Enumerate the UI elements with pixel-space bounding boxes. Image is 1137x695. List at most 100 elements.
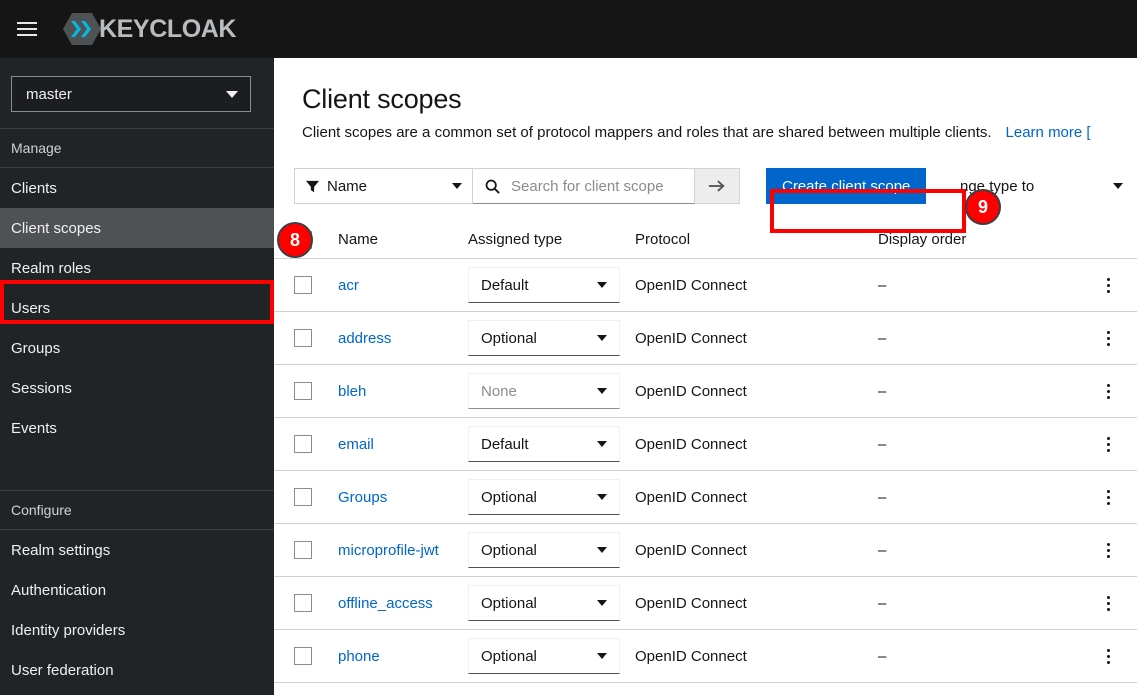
client-scope-link[interactable]: microprofile-jwt xyxy=(338,542,439,559)
row-display-order-cell: – xyxy=(878,436,1088,453)
sidebar-item-clients[interactable]: Clients xyxy=(0,168,274,208)
table-header-row: Name Assigned type Protocol Display orde… xyxy=(274,221,1137,259)
create-client-scope-button[interactable]: Create client scope xyxy=(766,168,926,204)
row-checkbox-cell xyxy=(294,382,338,400)
table-body: acr Default OpenID Connect – address Optional… xyxy=(274,259,1137,683)
row-actions-cell xyxy=(1088,484,1128,511)
row-kebab-menu-icon[interactable] xyxy=(1103,537,1114,564)
row-checkbox[interactable] xyxy=(294,276,312,294)
client-scope-link[interactable]: Groups xyxy=(338,489,387,506)
column-header-assigned-type: Assigned type xyxy=(468,231,635,248)
hamburger-menu-icon[interactable] xyxy=(4,0,50,58)
row-checkbox-cell xyxy=(294,647,338,665)
row-assigned-type-cell: Optional xyxy=(468,320,635,356)
row-checkbox-cell xyxy=(294,488,338,506)
table-row: phoneOptionalOpenID Connect– xyxy=(274,630,1137,683)
row-checkbox[interactable] xyxy=(294,382,312,400)
keycloak-admin-console: KEYCLOAK master Manage Clients Client sc… xyxy=(0,0,1137,695)
nav-section-manage-label: Manage xyxy=(0,128,274,168)
row-kebab-menu-icon[interactable] xyxy=(1103,484,1114,511)
brand-logo[interactable]: KEYCLOAK xyxy=(62,0,236,58)
row-checkbox[interactable] xyxy=(294,647,312,665)
realm-selector-value: master xyxy=(26,86,72,103)
hamburger-bar xyxy=(17,22,37,24)
row-display-order-cell: – xyxy=(878,383,1088,400)
client-scopes-table: Name Assigned type Protocol Display orde… xyxy=(274,221,1137,683)
row-assigned-type-cell: None xyxy=(468,373,635,409)
row-kebab-menu-icon[interactable] xyxy=(1103,590,1114,617)
row-kebab-menu-icon[interactable] xyxy=(1103,272,1114,299)
row-display-order-cell: – xyxy=(878,648,1088,665)
search-submit-button[interactable] xyxy=(695,168,740,204)
search-container xyxy=(473,168,695,204)
sidebar-item-groups[interactable]: Groups xyxy=(0,328,274,368)
sidebar-item-client-scopes[interactable]: Client scopes xyxy=(0,208,274,248)
assigned-type-dropdown[interactable]: Default xyxy=(468,267,620,303)
row-display-order-cell: – xyxy=(878,542,1088,559)
sidebar-item-user-federation[interactable]: User federation xyxy=(0,650,274,690)
filter-dropdown-value: Name xyxy=(327,178,367,195)
filter-dropdown[interactable]: Name xyxy=(294,168,473,204)
sidebar-item-identity-providers[interactable]: Identity providers xyxy=(0,610,274,650)
client-scope-link[interactable]: address xyxy=(338,330,391,347)
row-name-cell: offline_access xyxy=(338,595,468,612)
row-kebab-menu-icon[interactable] xyxy=(1103,643,1114,670)
annotation-badge-8: 8 xyxy=(277,222,313,258)
nav-spacer xyxy=(0,448,274,490)
client-scope-link[interactable]: bleh xyxy=(338,383,366,400)
search-input[interactable] xyxy=(509,177,679,196)
row-checkbox-cell xyxy=(294,435,338,453)
sidebar-item-sessions[interactable]: Sessions xyxy=(0,368,274,408)
assigned-type-value: None xyxy=(481,383,517,400)
sidebar-item-realm-settings[interactable]: Realm settings xyxy=(0,530,274,570)
assigned-type-dropdown[interactable]: None xyxy=(468,373,620,409)
sidebar-item-events[interactable]: Events xyxy=(0,408,274,448)
row-kebab-menu-icon[interactable] xyxy=(1103,325,1114,352)
row-checkbox[interactable] xyxy=(294,435,312,453)
chevron-down-icon xyxy=(597,547,607,553)
row-protocol-cell: OpenID Connect xyxy=(635,595,878,612)
chevron-down-icon xyxy=(597,494,607,500)
assigned-type-value: Optional xyxy=(481,542,537,559)
row-actions-cell xyxy=(1088,325,1128,352)
table-row: blehNoneOpenID Connect– xyxy=(274,365,1137,418)
annotation-badge-9: 9 xyxy=(965,189,1001,225)
main-content: Client scopes Client scopes are a common… xyxy=(274,58,1137,695)
table-row: offline_accessOptionalOpenID Connect– xyxy=(274,577,1137,630)
row-checkbox[interactable] xyxy=(294,488,312,506)
row-checkbox[interactable] xyxy=(294,594,312,612)
row-display-order-cell: – xyxy=(878,489,1088,506)
client-scope-link[interactable]: phone xyxy=(338,648,380,665)
assigned-type-dropdown[interactable]: Optional xyxy=(468,479,620,515)
row-actions-cell xyxy=(1088,537,1128,564)
assigned-type-value: Optional xyxy=(481,648,537,665)
sidebar-item-users[interactable]: Users xyxy=(0,288,274,328)
learn-more-link[interactable]: Learn more xyxy=(1006,124,1083,141)
row-actions-cell xyxy=(1088,431,1128,458)
client-scope-link[interactable]: offline_access xyxy=(338,595,433,612)
client-scope-link[interactable]: acr xyxy=(338,277,359,294)
client-scope-link[interactable]: email xyxy=(338,436,374,453)
sidebar-item-authentication[interactable]: Authentication xyxy=(0,570,274,610)
row-name-cell: acr xyxy=(338,277,468,294)
realm-selector[interactable]: master xyxy=(11,76,251,112)
assigned-type-dropdown[interactable]: Optional xyxy=(468,532,620,568)
chevron-down-icon xyxy=(226,91,238,98)
row-checkbox[interactable] xyxy=(294,329,312,347)
row-protocol-cell: OpenID Connect xyxy=(635,330,878,347)
row-name-cell: microprofile-jwt xyxy=(338,542,468,559)
chevron-down-icon xyxy=(597,600,607,606)
sidebar-item-realm-roles[interactable]: Realm roles xyxy=(0,248,274,288)
assigned-type-dropdown[interactable]: Optional xyxy=(468,585,620,621)
assigned-type-dropdown[interactable]: Optional xyxy=(468,638,620,674)
row-kebab-menu-icon[interactable] xyxy=(1103,431,1114,458)
row-kebab-menu-icon[interactable] xyxy=(1103,378,1114,405)
row-assigned-type-cell: Optional xyxy=(468,532,635,568)
row-actions-cell xyxy=(1088,590,1128,617)
assigned-type-value: Optional xyxy=(481,489,537,506)
assigned-type-dropdown[interactable]: Default xyxy=(468,426,620,462)
row-assigned-type-cell: Default xyxy=(468,267,635,303)
assigned-type-dropdown[interactable]: Optional xyxy=(468,320,620,356)
row-checkbox[interactable] xyxy=(294,541,312,559)
realm-selector-container: master xyxy=(0,58,274,128)
